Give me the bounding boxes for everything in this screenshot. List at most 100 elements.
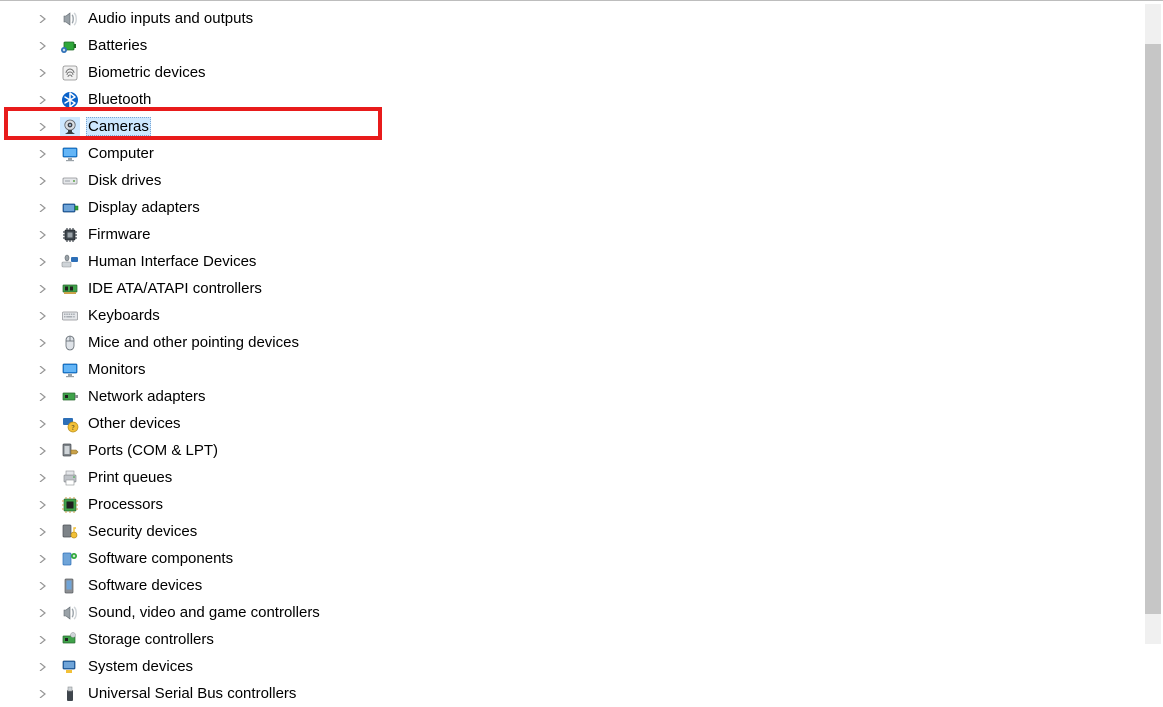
device-category-label: Firmware (86, 226, 153, 243)
device-category-label: Universal Serial Bus controllers (86, 685, 298, 702)
mouse-icon (60, 333, 80, 353)
device-category-label: Security devices (86, 523, 199, 540)
device-category-label: Storage controllers (86, 631, 216, 648)
hid-icon (60, 252, 80, 272)
device-category-label: Monitors (86, 361, 148, 378)
device-category-label: Audio inputs and outputs (86, 10, 255, 27)
drive-icon (60, 171, 80, 191)
expand-chevron-icon[interactable] (38, 122, 48, 132)
expand-chevron-icon[interactable] (38, 14, 48, 24)
device-category-network[interactable]: Network adapters (38, 383, 1163, 410)
device-category-label: Mice and other pointing devices (86, 334, 301, 351)
device-category-ide[interactable]: IDE ATA/ATAPI controllers (38, 275, 1163, 302)
expand-chevron-icon[interactable] (38, 662, 48, 672)
display-adapter-icon (60, 198, 80, 218)
expand-chevron-icon[interactable] (38, 608, 48, 618)
device-category-computer[interactable]: Computer (38, 140, 1163, 167)
device-category-biometric[interactable]: Biometric devices (38, 59, 1163, 86)
device-category-keyboards[interactable]: Keyboards (38, 302, 1163, 329)
usb-icon (60, 684, 80, 704)
device-category-printq[interactable]: Print queues (38, 464, 1163, 491)
expand-chevron-icon[interactable] (38, 689, 48, 699)
device-category-label: Sound, video and game controllers (86, 604, 322, 621)
device-category-system[interactable]: System devices (38, 653, 1163, 680)
device-category-firmware[interactable]: Firmware (38, 221, 1163, 248)
device-category-label: Computer (86, 145, 156, 162)
device-category-label: Software devices (86, 577, 204, 594)
expand-chevron-icon[interactable] (38, 419, 48, 429)
network-icon (60, 387, 80, 407)
expand-chevron-icon[interactable] (38, 230, 48, 240)
camera-icon (60, 117, 80, 137)
device-category-label: Bluetooth (86, 91, 153, 108)
expand-chevron-icon[interactable] (38, 203, 48, 213)
device-category-label: Human Interface Devices (86, 253, 258, 270)
bluetooth-icon (60, 90, 80, 110)
vertical-scrollbar-thumb[interactable] (1145, 44, 1161, 614)
device-category-diskdrives[interactable]: Disk drives (38, 167, 1163, 194)
battery-icon (60, 36, 80, 56)
chip-icon (60, 225, 80, 245)
software-device-icon (60, 576, 80, 596)
vertical-scrollbar-track[interactable] (1145, 4, 1161, 644)
device-category-swdev[interactable]: Software devices (38, 572, 1163, 599)
device-category-storage[interactable]: Storage controllers (38, 626, 1163, 653)
device-category-display[interactable]: Display adapters (38, 194, 1163, 221)
device-category-label: Processors (86, 496, 165, 513)
device-category-cameras[interactable]: Cameras (38, 113, 1163, 140)
monitor-icon (60, 144, 80, 164)
expand-chevron-icon[interactable] (38, 257, 48, 267)
device-category-label: System devices (86, 658, 195, 675)
expand-chevron-icon[interactable] (38, 500, 48, 510)
keyboard-icon (60, 306, 80, 326)
expand-chevron-icon[interactable] (38, 149, 48, 159)
device-category-label: Other devices (86, 415, 183, 432)
expand-chevron-icon[interactable] (38, 635, 48, 645)
printer-icon (60, 468, 80, 488)
device-category-usb[interactable]: Universal Serial Bus controllers (38, 680, 1163, 707)
device-category-hid[interactable]: Human Interface Devices (38, 248, 1163, 275)
expand-chevron-icon[interactable] (38, 68, 48, 78)
system-device-icon (60, 657, 80, 677)
device-category-label: Print queues (86, 469, 174, 486)
expand-chevron-icon[interactable] (38, 311, 48, 321)
device-category-label: Software components (86, 550, 235, 567)
device-category-label: Ports (COM & LPT) (86, 442, 220, 459)
device-category-batteries[interactable]: Batteries (38, 32, 1163, 59)
expand-chevron-icon[interactable] (38, 365, 48, 375)
expand-chevron-icon[interactable] (38, 95, 48, 105)
device-category-label: Keyboards (86, 307, 162, 324)
device-category-other[interactable]: Other devices (38, 410, 1163, 437)
device-category-swcomp[interactable]: Software components (38, 545, 1163, 572)
expand-chevron-icon[interactable] (38, 527, 48, 537)
expand-chevron-icon[interactable] (38, 446, 48, 456)
expand-chevron-icon[interactable] (38, 581, 48, 591)
device-tree[interactable]: Audio inputs and outputs Batteries Biometr… (0, 1, 1163, 693)
expand-chevron-icon[interactable] (38, 284, 48, 294)
processor-icon (60, 495, 80, 515)
device-category-audio[interactable]: Audio inputs and outputs (38, 5, 1163, 32)
port-icon (60, 441, 80, 461)
expand-chevron-icon[interactable] (38, 392, 48, 402)
expand-chevron-icon[interactable] (38, 41, 48, 51)
expand-chevron-icon[interactable] (38, 176, 48, 186)
device-category-mice[interactable]: Mice and other pointing devices (38, 329, 1163, 356)
device-category-label: Cameras (86, 117, 151, 136)
device-category-bluetooth[interactable]: Bluetooth (38, 86, 1163, 113)
device-category-security[interactable]: Security devices (38, 518, 1163, 545)
device-category-ports[interactable]: Ports (COM & LPT) (38, 437, 1163, 464)
monitor-icon (60, 360, 80, 380)
device-category-label: IDE ATA/ATAPI controllers (86, 280, 264, 297)
device-category-sound[interactable]: Sound, video and game controllers (38, 599, 1163, 626)
device-category-monitors[interactable]: Monitors (38, 356, 1163, 383)
device-category-label: Disk drives (86, 172, 163, 189)
security-icon (60, 522, 80, 542)
device-category-label: Batteries (86, 37, 149, 54)
speaker-icon (60, 603, 80, 623)
fingerprint-icon (60, 63, 80, 83)
ide-icon (60, 279, 80, 299)
device-category-processors[interactable]: Processors (38, 491, 1163, 518)
expand-chevron-icon[interactable] (38, 554, 48, 564)
expand-chevron-icon[interactable] (38, 338, 48, 348)
expand-chevron-icon[interactable] (38, 473, 48, 483)
